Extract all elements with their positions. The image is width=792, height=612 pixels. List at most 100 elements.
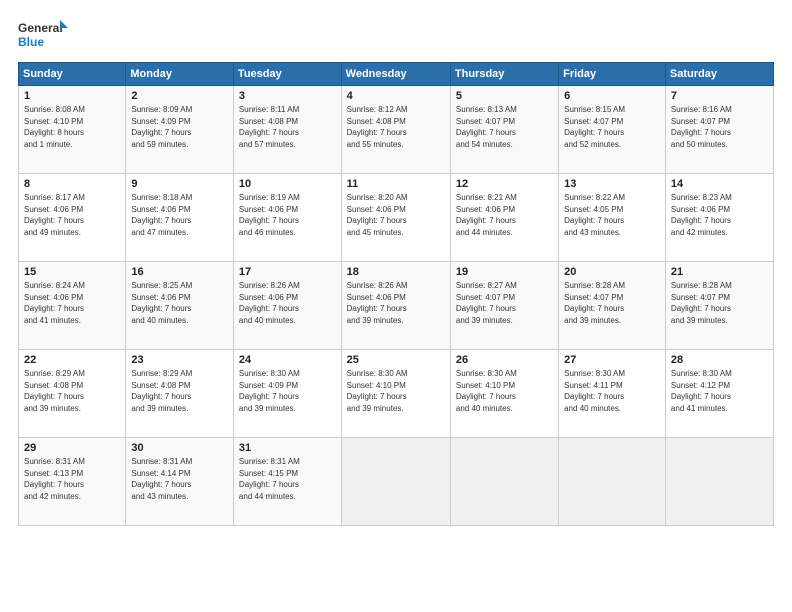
day-number: 2 — [131, 90, 229, 102]
day-info: Sunrise: 8:28 AMSunset: 4:07 PMDaylight:… — [564, 280, 661, 326]
day-info: Sunrise: 8:15 AMSunset: 4:07 PMDaylight:… — [564, 104, 661, 150]
svg-text:General: General — [18, 21, 63, 35]
calendar-page: General Blue Sunday Monday Tuesday Wedne… — [0, 0, 792, 612]
calendar-cell: 26 Sunrise: 8:30 AMSunset: 4:10 PMDaylig… — [450, 350, 558, 438]
day-number: 26 — [456, 354, 554, 366]
calendar-cell: 9 Sunrise: 8:18 AMSunset: 4:06 PMDayligh… — [126, 174, 234, 262]
logo: General Blue — [18, 18, 68, 54]
day-info: Sunrise: 8:27 AMSunset: 4:07 PMDaylight:… — [456, 280, 554, 326]
day-number: 21 — [671, 266, 769, 278]
calendar-cell — [665, 438, 773, 526]
day-number: 30 — [131, 442, 229, 454]
day-info: Sunrise: 8:18 AMSunset: 4:06 PMDaylight:… — [131, 192, 229, 238]
day-info: Sunrise: 8:24 AMSunset: 4:06 PMDaylight:… — [24, 280, 121, 326]
day-info: Sunrise: 8:29 AMSunset: 4:08 PMDaylight:… — [24, 368, 121, 414]
calendar-cell: 12 Sunrise: 8:21 AMSunset: 4:06 PMDaylig… — [450, 174, 558, 262]
day-info: Sunrise: 8:22 AMSunset: 4:05 PMDaylight:… — [564, 192, 661, 238]
col-saturday: Saturday — [665, 63, 773, 86]
day-number: 3 — [239, 90, 337, 102]
calendar-cell: 11 Sunrise: 8:20 AMSunset: 4:06 PMDaylig… — [341, 174, 450, 262]
calendar-cell: 29 Sunrise: 8:31 AMSunset: 4:13 PMDaylig… — [19, 438, 126, 526]
calendar-cell: 30 Sunrise: 8:31 AMSunset: 4:14 PMDaylig… — [126, 438, 234, 526]
day-info: Sunrise: 8:21 AMSunset: 4:06 PMDaylight:… — [456, 192, 554, 238]
day-number: 28 — [671, 354, 769, 366]
day-number: 13 — [564, 178, 661, 190]
calendar-week-row: 29 Sunrise: 8:31 AMSunset: 4:13 PMDaylig… — [19, 438, 774, 526]
day-info: Sunrise: 8:17 AMSunset: 4:06 PMDaylight:… — [24, 192, 121, 238]
day-info: Sunrise: 8:30 AMSunset: 4:10 PMDaylight:… — [456, 368, 554, 414]
calendar-cell: 1 Sunrise: 8:08 AMSunset: 4:10 PMDayligh… — [19, 86, 126, 174]
calendar-cell: 23 Sunrise: 8:29 AMSunset: 4:08 PMDaylig… — [126, 350, 234, 438]
calendar-cell — [450, 438, 558, 526]
day-info: Sunrise: 8:08 AMSunset: 4:10 PMDaylight:… — [24, 104, 121, 150]
calendar-cell: 17 Sunrise: 8:26 AMSunset: 4:06 PMDaylig… — [233, 262, 341, 350]
calendar-table: Sunday Monday Tuesday Wednesday Thursday… — [18, 62, 774, 526]
calendar-cell: 10 Sunrise: 8:19 AMSunset: 4:06 PMDaylig… — [233, 174, 341, 262]
calendar-cell: 3 Sunrise: 8:11 AMSunset: 4:08 PMDayligh… — [233, 86, 341, 174]
day-info: Sunrise: 8:26 AMSunset: 4:06 PMDaylight:… — [239, 280, 337, 326]
calendar-cell: 16 Sunrise: 8:25 AMSunset: 4:06 PMDaylig… — [126, 262, 234, 350]
day-number: 27 — [564, 354, 661, 366]
day-number: 20 — [564, 266, 661, 278]
day-info: Sunrise: 8:09 AMSunset: 4:09 PMDaylight:… — [131, 104, 229, 150]
calendar-cell: 8 Sunrise: 8:17 AMSunset: 4:06 PMDayligh… — [19, 174, 126, 262]
day-number: 12 — [456, 178, 554, 190]
svg-text:Blue: Blue — [18, 35, 44, 49]
day-info: Sunrise: 8:19 AMSunset: 4:06 PMDaylight:… — [239, 192, 337, 238]
col-friday: Friday — [559, 63, 666, 86]
day-info: Sunrise: 8:16 AMSunset: 4:07 PMDaylight:… — [671, 104, 769, 150]
day-info: Sunrise: 8:20 AMSunset: 4:06 PMDaylight:… — [347, 192, 446, 238]
calendar-cell: 18 Sunrise: 8:26 AMSunset: 4:06 PMDaylig… — [341, 262, 450, 350]
calendar-week-row: 15 Sunrise: 8:24 AMSunset: 4:06 PMDaylig… — [19, 262, 774, 350]
day-number: 7 — [671, 90, 769, 102]
day-info: Sunrise: 8:31 AMSunset: 4:13 PMDaylight:… — [24, 456, 121, 502]
col-wednesday: Wednesday — [341, 63, 450, 86]
col-monday: Monday — [126, 63, 234, 86]
day-info: Sunrise: 8:25 AMSunset: 4:06 PMDaylight:… — [131, 280, 229, 326]
day-number: 31 — [239, 442, 337, 454]
day-number: 11 — [347, 178, 446, 190]
day-number: 25 — [347, 354, 446, 366]
calendar-cell — [341, 438, 450, 526]
day-info: Sunrise: 8:31 AMSunset: 4:14 PMDaylight:… — [131, 456, 229, 502]
calendar-cell: 13 Sunrise: 8:22 AMSunset: 4:05 PMDaylig… — [559, 174, 666, 262]
day-number: 16 — [131, 266, 229, 278]
calendar-cell: 6 Sunrise: 8:15 AMSunset: 4:07 PMDayligh… — [559, 86, 666, 174]
day-number: 18 — [347, 266, 446, 278]
day-info: Sunrise: 8:28 AMSunset: 4:07 PMDaylight:… — [671, 280, 769, 326]
day-info: Sunrise: 8:26 AMSunset: 4:06 PMDaylight:… — [347, 280, 446, 326]
calendar-cell: 27 Sunrise: 8:30 AMSunset: 4:11 PMDaylig… — [559, 350, 666, 438]
calendar-cell: 5 Sunrise: 8:13 AMSunset: 4:07 PMDayligh… — [450, 86, 558, 174]
day-info: Sunrise: 8:12 AMSunset: 4:08 PMDaylight:… — [347, 104, 446, 150]
calendar-week-row: 8 Sunrise: 8:17 AMSunset: 4:06 PMDayligh… — [19, 174, 774, 262]
calendar-header-row: Sunday Monday Tuesday Wednesday Thursday… — [19, 63, 774, 86]
calendar-cell: 20 Sunrise: 8:28 AMSunset: 4:07 PMDaylig… — [559, 262, 666, 350]
day-number: 6 — [564, 90, 661, 102]
calendar-cell — [559, 438, 666, 526]
day-number: 14 — [671, 178, 769, 190]
day-number: 9 — [131, 178, 229, 190]
calendar-cell: 31 Sunrise: 8:31 AMSunset: 4:15 PMDaylig… — [233, 438, 341, 526]
calendar-week-row: 22 Sunrise: 8:29 AMSunset: 4:08 PMDaylig… — [19, 350, 774, 438]
calendar-cell: 19 Sunrise: 8:27 AMSunset: 4:07 PMDaylig… — [450, 262, 558, 350]
day-info: Sunrise: 8:29 AMSunset: 4:08 PMDaylight:… — [131, 368, 229, 414]
day-number: 17 — [239, 266, 337, 278]
calendar-cell: 28 Sunrise: 8:30 AMSunset: 4:12 PMDaylig… — [665, 350, 773, 438]
calendar-cell: 14 Sunrise: 8:23 AMSunset: 4:06 PMDaylig… — [665, 174, 773, 262]
day-info: Sunrise: 8:31 AMSunset: 4:15 PMDaylight:… — [239, 456, 337, 502]
day-number: 24 — [239, 354, 337, 366]
col-sunday: Sunday — [19, 63, 126, 86]
day-info: Sunrise: 8:30 AMSunset: 4:12 PMDaylight:… — [671, 368, 769, 414]
page-header: General Blue — [18, 18, 774, 54]
col-thursday: Thursday — [450, 63, 558, 86]
calendar-week-row: 1 Sunrise: 8:08 AMSunset: 4:10 PMDayligh… — [19, 86, 774, 174]
day-number: 5 — [456, 90, 554, 102]
logo-svg: General Blue — [18, 18, 68, 54]
day-number: 1 — [24, 90, 121, 102]
day-info: Sunrise: 8:13 AMSunset: 4:07 PMDaylight:… — [456, 104, 554, 150]
calendar-cell: 2 Sunrise: 8:09 AMSunset: 4:09 PMDayligh… — [126, 86, 234, 174]
day-number: 19 — [456, 266, 554, 278]
day-info: Sunrise: 8:30 AMSunset: 4:10 PMDaylight:… — [347, 368, 446, 414]
day-number: 15 — [24, 266, 121, 278]
day-number: 8 — [24, 178, 121, 190]
